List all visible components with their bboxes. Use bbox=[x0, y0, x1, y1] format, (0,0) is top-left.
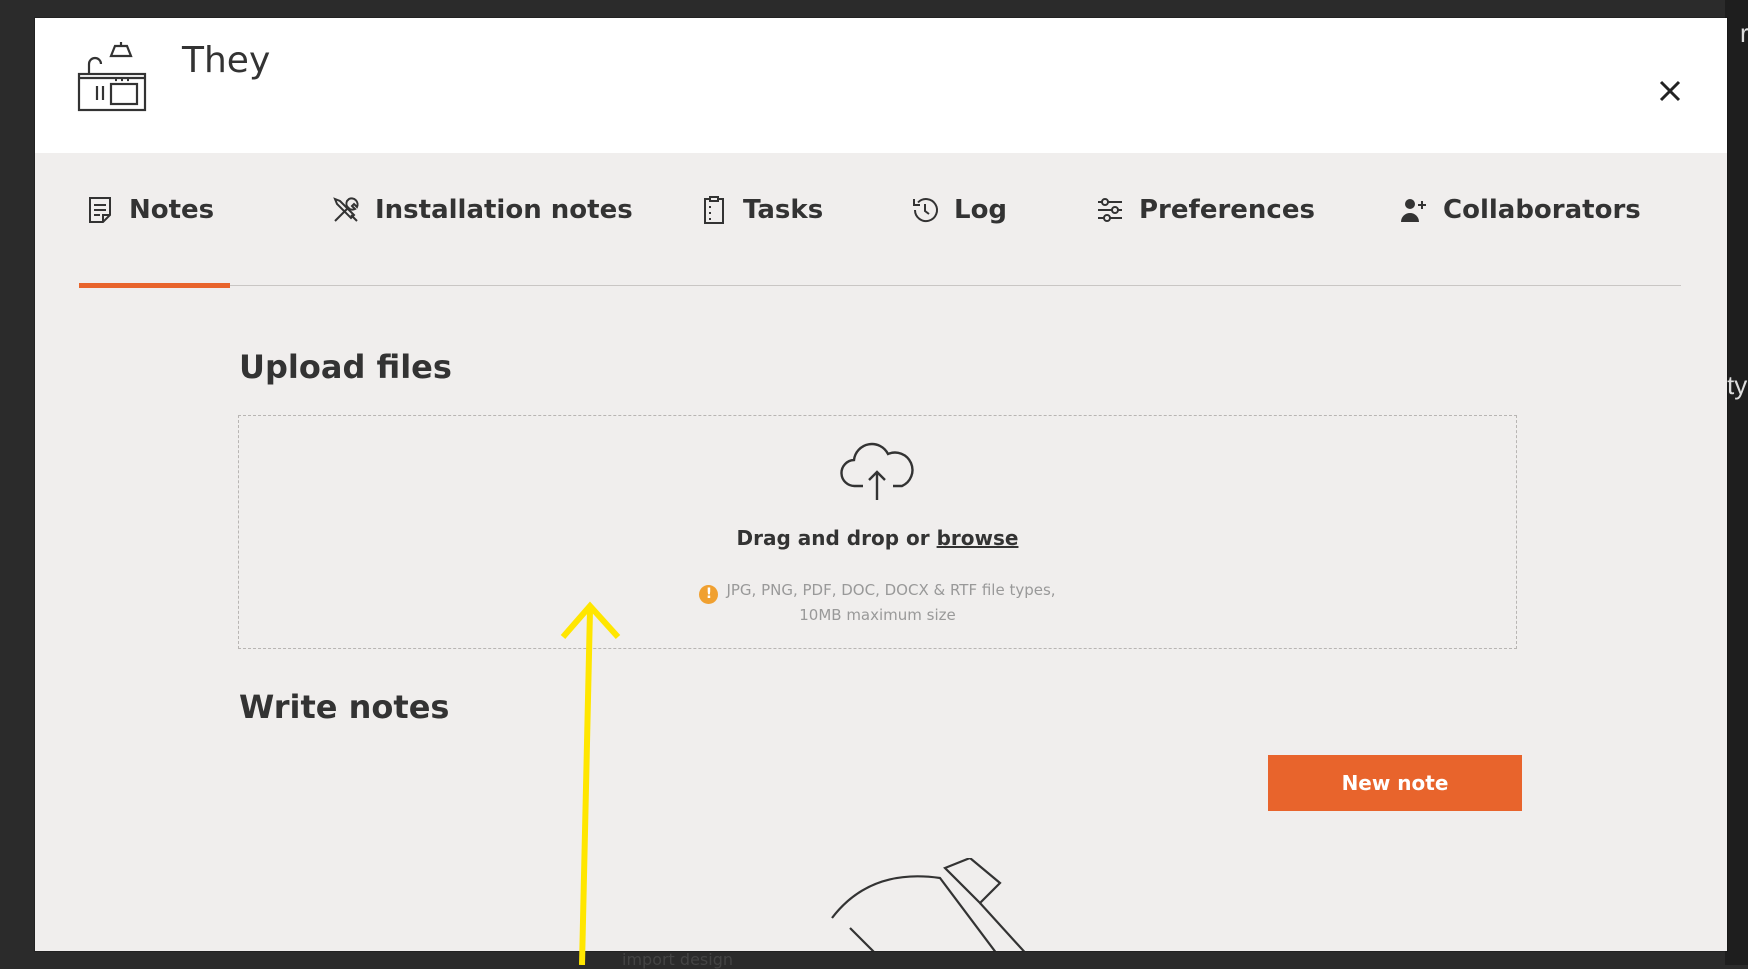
add-user-icon bbox=[1401, 199, 1426, 222]
tab-log[interactable]: Log bbox=[910, 193, 1007, 285]
file-dropzone[interactable]: Drag and drop or browse ! JPG, PNG, PDF, … bbox=[238, 415, 1517, 649]
new-note-button[interactable]: New note bbox=[1268, 755, 1522, 811]
sliders-icon bbox=[1098, 198, 1122, 222]
kitchen-icon bbox=[77, 42, 147, 112]
tools-icon bbox=[333, 197, 359, 222]
tab-label: Collaborators bbox=[1443, 195, 1641, 225]
backdrop-edge bbox=[1725, 0, 1748, 965]
backdrop-text: ty bbox=[1727, 370, 1748, 400]
tab-collaborators[interactable]: Collaborators bbox=[1399, 193, 1641, 285]
tab-installation-notes[interactable]: Installation notes bbox=[331, 193, 633, 285]
tab-label: Preferences bbox=[1139, 195, 1315, 225]
cloud-upload-icon bbox=[840, 442, 914, 500]
tab-label: Installation notes bbox=[375, 195, 633, 225]
tab-label: Notes bbox=[129, 195, 215, 225]
upload-files-heading: Upload files bbox=[239, 348, 452, 386]
clipboard-icon bbox=[704, 196, 724, 224]
tab-label: Log bbox=[954, 195, 1008, 225]
close-button[interactable] bbox=[1645, 66, 1695, 116]
drag-drop-text: Drag and drop or browse bbox=[239, 526, 1516, 550]
tab-tasks[interactable]: Tasks bbox=[699, 193, 823, 285]
background-text: import design bbox=[622, 950, 733, 969]
tab-bar: Notes Installation notes Tasks Log Prefe… bbox=[78, 153, 1681, 288]
browse-link[interactable]: browse bbox=[937, 526, 1019, 550]
notes-icon bbox=[89, 197, 111, 223]
max-size-line: 10MB maximum size bbox=[799, 606, 956, 624]
close-icon bbox=[1659, 80, 1681, 102]
tab-label: Tasks bbox=[743, 195, 824, 225]
notes-modal: They Notes Installation notes Tasks Log … bbox=[35, 18, 1727, 951]
project-title: They bbox=[182, 40, 271, 81]
warning-icon: ! bbox=[699, 585, 719, 604]
modal-header: They bbox=[35, 18, 1727, 153]
backdrop-text: r bbox=[1740, 18, 1748, 48]
file-types-line: JPG, PNG, PDF, DOC, DOCX & RTF file type… bbox=[726, 581, 1056, 599]
write-notes-heading: Write notes bbox=[239, 688, 450, 726]
file-types-hint: ! JPG, PNG, PDF, DOC, DOCX & RTF file typ… bbox=[239, 579, 1516, 627]
tab-preferences[interactable]: Preferences bbox=[1095, 193, 1315, 285]
drag-drop-label: Drag and drop or bbox=[736, 526, 930, 550]
tab-notes[interactable]: Notes bbox=[78, 193, 231, 288]
empty-notes-illustration-icon bbox=[831, 858, 1026, 951]
history-icon bbox=[913, 198, 938, 222]
